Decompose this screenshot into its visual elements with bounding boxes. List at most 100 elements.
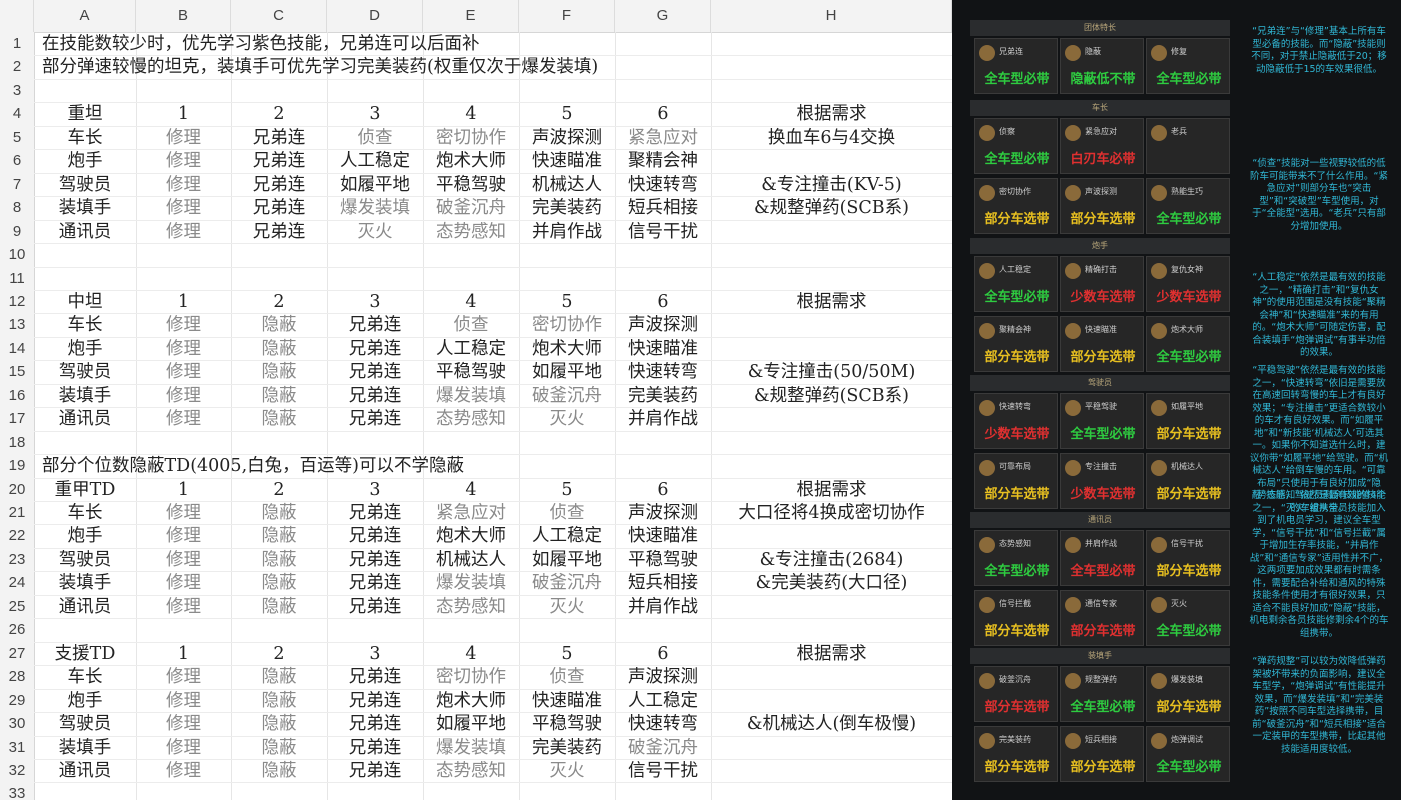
cell[interactable]: 兄弟连 xyxy=(349,385,402,408)
cell[interactable]: 隐蔽 xyxy=(262,596,297,619)
cell[interactable]: 兄弟连 xyxy=(349,549,402,572)
cell[interactable]: 修理 xyxy=(166,127,201,150)
cell[interactable]: 侦查 xyxy=(550,666,585,689)
cell[interactable]: 人工稳定 xyxy=(436,338,506,361)
cell[interactable]: 修理 xyxy=(166,549,201,572)
cell[interactable]: 兄弟连 xyxy=(253,174,306,197)
cell[interactable]: 重甲TD xyxy=(55,479,116,502)
row-header-31[interactable]: 31 xyxy=(0,736,34,759)
cell[interactable]: 修理 xyxy=(166,713,201,736)
cell[interactable]: 平稳驾驶 xyxy=(436,174,506,197)
cell[interactable]: 隐蔽 xyxy=(262,690,297,713)
cell[interactable]: 隐蔽 xyxy=(262,502,297,525)
cell[interactable]: 修理 xyxy=(166,150,201,173)
cell[interactable]: &专注撞击(2684) xyxy=(760,549,904,572)
cell[interactable]: 聚精会神 xyxy=(628,150,698,173)
cell[interactable]: 1 xyxy=(178,479,189,502)
cell[interactable]: 装填手 xyxy=(59,572,112,595)
cell[interactable]: 隐蔽 xyxy=(262,666,297,689)
cell[interactable]: 隐蔽 xyxy=(262,314,297,337)
row-header-6[interactable]: 6 xyxy=(0,149,34,172)
cell[interactable]: 完美装药 xyxy=(628,385,698,408)
column-header-e[interactable]: E xyxy=(423,0,519,32)
cell[interactable]: 隐蔽 xyxy=(262,361,297,384)
cell[interactable]: 破釜沉舟 xyxy=(532,385,602,408)
cell[interactable]: 6 xyxy=(657,479,668,502)
cell[interactable]: 修理 xyxy=(166,737,201,760)
cell[interactable]: 兄弟连 xyxy=(349,525,402,548)
cell[interactable]: 修理 xyxy=(166,572,201,595)
cell[interactable]: 5 xyxy=(561,103,572,126)
row-header-18[interactable]: 18 xyxy=(0,431,34,454)
cell[interactable]: 4 xyxy=(465,103,476,126)
row-header-30[interactable]: 30 xyxy=(0,712,34,735)
cell[interactable]: 驾驶员 xyxy=(59,549,112,572)
cell[interactable]: 态势感知 xyxy=(436,221,506,244)
cell[interactable]: 重坦 xyxy=(68,103,103,126)
row-header-16[interactable]: 16 xyxy=(0,384,34,407)
row-header-1[interactable]: 1 xyxy=(0,32,34,55)
row-header-24[interactable]: 24 xyxy=(0,571,34,594)
cell[interactable]: 机械达人 xyxy=(436,549,506,572)
cell[interactable]: 1 xyxy=(178,643,189,666)
cell[interactable]: 如履平地 xyxy=(532,361,602,384)
cell[interactable]: 修理 xyxy=(166,174,201,197)
cell[interactable]: 完美装药 xyxy=(532,197,602,220)
cell[interactable]: 平稳驾驶 xyxy=(532,713,602,736)
column-header-h[interactable]: H xyxy=(711,0,952,32)
cell[interactable]: 3 xyxy=(369,479,380,502)
cell[interactable]: 支援TD xyxy=(55,643,116,666)
cell[interactable]: 人工稳定 xyxy=(532,525,602,548)
cell[interactable]: 快速转弯 xyxy=(628,361,698,384)
cell[interactable]: 修理 xyxy=(166,408,201,431)
cell[interactable]: 短兵相接 xyxy=(628,572,698,595)
row-header-23[interactable]: 23 xyxy=(0,548,34,571)
cell[interactable]: 在技能数较少时，优先学习紫色技能，兄弟连可以后面补 xyxy=(42,33,480,56)
cell[interactable]: 炮手 xyxy=(68,338,103,361)
cell[interactable]: 快速瞄准 xyxy=(628,338,698,361)
cell[interactable]: &专注撞击(50/50M) xyxy=(748,361,916,384)
cell[interactable]: 兄弟连 xyxy=(349,572,402,595)
cell[interactable]: 如履平地 xyxy=(436,713,506,736)
cell[interactable]: 兄弟连 xyxy=(349,408,402,431)
cell[interactable]: 3 xyxy=(369,103,380,126)
cell[interactable]: 灭火 xyxy=(358,221,393,244)
row-header-17[interactable]: 17 xyxy=(0,407,34,430)
cell[interactable]: 车长 xyxy=(68,314,103,337)
cell[interactable]: 炮术大师 xyxy=(532,338,602,361)
cell[interactable]: 4 xyxy=(465,643,476,666)
cell[interactable]: 兄弟连 xyxy=(349,338,402,361)
cell[interactable]: 根据需求 xyxy=(797,291,867,314)
row-header-20[interactable]: 20 xyxy=(0,478,34,501)
cell[interactable]: 平稳驾驶 xyxy=(436,361,506,384)
cell[interactable]: 炮手 xyxy=(68,150,103,173)
cell[interactable]: 6 xyxy=(657,643,668,666)
cell[interactable]: 兄弟连 xyxy=(349,361,402,384)
cell[interactable]: 车长 xyxy=(68,127,103,150)
cell[interactable]: 装填手 xyxy=(59,197,112,220)
cell[interactable]: 装填手 xyxy=(59,737,112,760)
cell[interactable]: 隐蔽 xyxy=(262,572,297,595)
cell[interactable]: 5 xyxy=(561,643,572,666)
row-header-12[interactable]: 12 xyxy=(0,290,34,313)
cell[interactable]: 3 xyxy=(369,643,380,666)
cell[interactable]: 根据需求 xyxy=(797,643,867,666)
cell[interactable]: 兄弟连 xyxy=(349,690,402,713)
cell[interactable]: 密切协作 xyxy=(436,666,506,689)
row-header-19[interactable]: 19 xyxy=(0,454,34,477)
cell[interactable]: 6 xyxy=(657,103,668,126)
row-header-2[interactable]: 2 xyxy=(0,55,34,78)
cell[interactable]: 信号干扰 xyxy=(628,221,698,244)
column-header-a[interactable]: A xyxy=(34,0,136,32)
cell[interactable]: 隐蔽 xyxy=(262,549,297,572)
cell[interactable]: 兄弟连 xyxy=(349,760,402,783)
cell[interactable]: &规整弹药(SCB系) xyxy=(754,197,909,220)
cell[interactable]: 侦查 xyxy=(550,502,585,525)
cell[interactable]: 破釜沉舟 xyxy=(628,737,698,760)
cell[interactable]: 修理 xyxy=(166,338,201,361)
cell[interactable]: 侦查 xyxy=(454,314,489,337)
cell[interactable]: 并肩作战 xyxy=(628,408,698,431)
cell[interactable]: 紧急应对 xyxy=(628,127,698,150)
cell[interactable]: 如履平地 xyxy=(340,174,410,197)
cell[interactable]: 炮手 xyxy=(68,690,103,713)
